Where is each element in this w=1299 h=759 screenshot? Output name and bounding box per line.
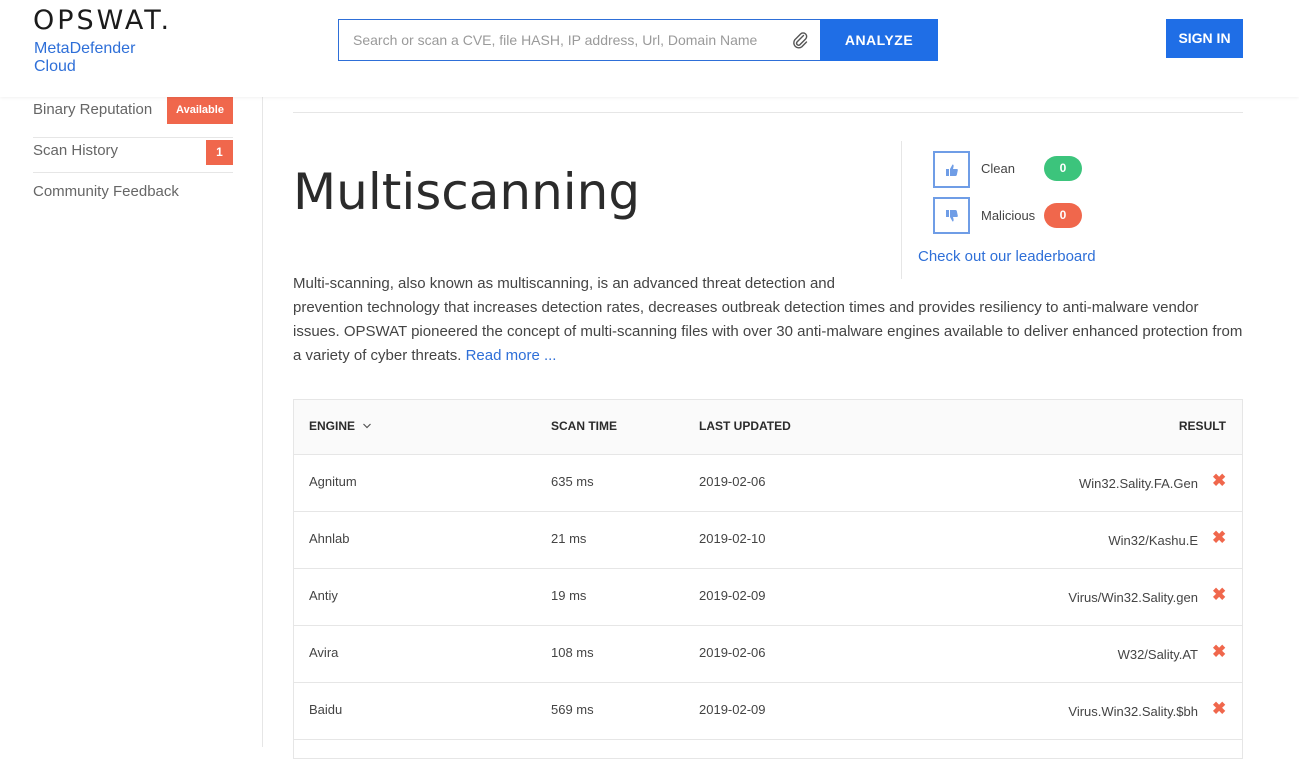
engine-name: Antiy	[309, 588, 338, 603]
engine-name: Agnitum	[309, 474, 357, 489]
search-input[interactable]	[353, 30, 783, 50]
table-header: ENGINE SCAN TIME LAST UPDATED RESULT	[294, 400, 1242, 455]
table-row: Baidu 569 ms 2019-02-09 Virus.Win32.Sali…	[294, 683, 1242, 740]
malicious-count-badge: 0	[1044, 203, 1082, 228]
community-vote-panel: Clean 0 Malicious 0 Check out our leader…	[901, 141, 1243, 279]
page-title: Multiscanning	[293, 163, 641, 221]
sidebar-item-scan-history[interactable]: Scan History 1	[33, 132, 233, 173]
thumbs-up-icon	[945, 164, 958, 176]
paperclip-icon[interactable]	[791, 31, 809, 49]
description-text: prevention technology that increases det…	[293, 299, 1243, 364]
scan-result: Virus/Win32.Sality.gen	[1068, 590, 1198, 605]
engine-name: Ahnlab	[309, 531, 350, 546]
chevron-down-icon	[363, 423, 372, 429]
column-header-last-updated[interactable]: LAST UPDATED	[699, 419, 791, 433]
threat-detected-icon: ✖	[1212, 585, 1227, 604]
section-divider	[293, 112, 1243, 113]
sidebar-item-label: Scan History	[33, 142, 119, 159]
table-row: Ahnlab 21 ms 2019-02-10 Win32/Kashu.E ✖	[294, 512, 1242, 569]
product-name-line2[interactable]: Cloud	[34, 58, 76, 76]
analyze-button[interactable]: ANALYZE	[820, 19, 938, 61]
available-badge: Available	[167, 97, 233, 124]
sidebar: Binary Reputation Available Scan History…	[0, 97, 263, 747]
sidebar-item-community-feedback[interactable]: Community Feedback	[33, 173, 233, 214]
column-header-scan-time[interactable]: SCAN TIME	[551, 419, 617, 433]
search-box	[338, 19, 821, 61]
scan-time: 19 ms	[551, 588, 587, 603]
threat-detected-icon: ✖	[1212, 471, 1227, 490]
column-header-result[interactable]: RESULT	[1179, 419, 1226, 433]
count-badge: 1	[206, 140, 233, 165]
threat-detected-icon: ✖	[1212, 642, 1227, 661]
sign-in-button[interactable]: SIGN IN	[1166, 19, 1243, 58]
scan-result: Win32/Kashu.E	[1108, 533, 1198, 548]
scan-time: 21 ms	[551, 531, 587, 546]
thumbs-up-button[interactable]	[933, 151, 970, 188]
last-updated: 2019-02-09	[699, 588, 766, 603]
description-line: Multi-scanning, also known as multiscann…	[293, 275, 835, 292]
scan-time: 635 ms	[551, 474, 594, 489]
threat-detected-icon: ✖	[1212, 528, 1227, 547]
engine-name: Baidu	[309, 702, 343, 717]
scan-result: W32/Sality.AT	[1117, 647, 1198, 662]
table-row: Avira 108 ms 2019-02-06 W32/Sality.AT ✖	[294, 626, 1242, 683]
last-updated: 2019-02-10	[699, 531, 766, 546]
clean-label: Clean	[981, 161, 1015, 176]
engine-name: Avira	[309, 645, 339, 660]
scan-time: 569 ms	[551, 702, 594, 717]
engine-results-table: ENGINE SCAN TIME LAST UPDATED RESULT Agn…	[293, 399, 1243, 759]
malicious-label: Malicious	[981, 208, 1036, 223]
threat-detected-icon: ✖	[1212, 699, 1227, 718]
column-header-label: ENGINE	[309, 419, 356, 433]
multiscanning-description: Multi-scanning, also known as multiscann…	[293, 272, 1248, 368]
opswat-logo[interactable]: OPSWAT.	[33, 5, 172, 36]
table-row: Agnitum 635 ms 2019-02-06 Win32.Sality.F…	[294, 455, 1242, 512]
clean-count-badge: 0	[1044, 156, 1082, 181]
last-updated: 2019-02-06	[699, 645, 766, 660]
sidebar-item-label: Community Feedback	[33, 183, 179, 200]
read-more-link[interactable]: Read more ...	[466, 347, 557, 364]
leaderboard-link[interactable]: Check out our leaderboard	[918, 248, 1096, 265]
thumbs-down-icon	[945, 209, 958, 221]
top-header: OPSWAT. MetaDefender Cloud ANALYZE SIGN …	[0, 0, 1299, 97]
sidebar-item-label: Binary Reputation	[33, 101, 153, 118]
last-updated: 2019-02-06	[699, 474, 766, 489]
last-updated: 2019-02-09	[699, 702, 766, 717]
scan-result: Win32.Sality.FA.Gen	[1079, 476, 1198, 491]
column-header-engine[interactable]: ENGINE	[309, 419, 372, 433]
product-name-line1[interactable]: MetaDefender	[34, 40, 135, 58]
scan-time: 108 ms	[551, 645, 594, 660]
table-row: Antiy 19 ms 2019-02-09 Virus/Win32.Salit…	[294, 569, 1242, 626]
thumbs-down-button[interactable]	[933, 197, 970, 234]
scan-result: Virus.Win32.Sality.$bh	[1068, 704, 1198, 719]
